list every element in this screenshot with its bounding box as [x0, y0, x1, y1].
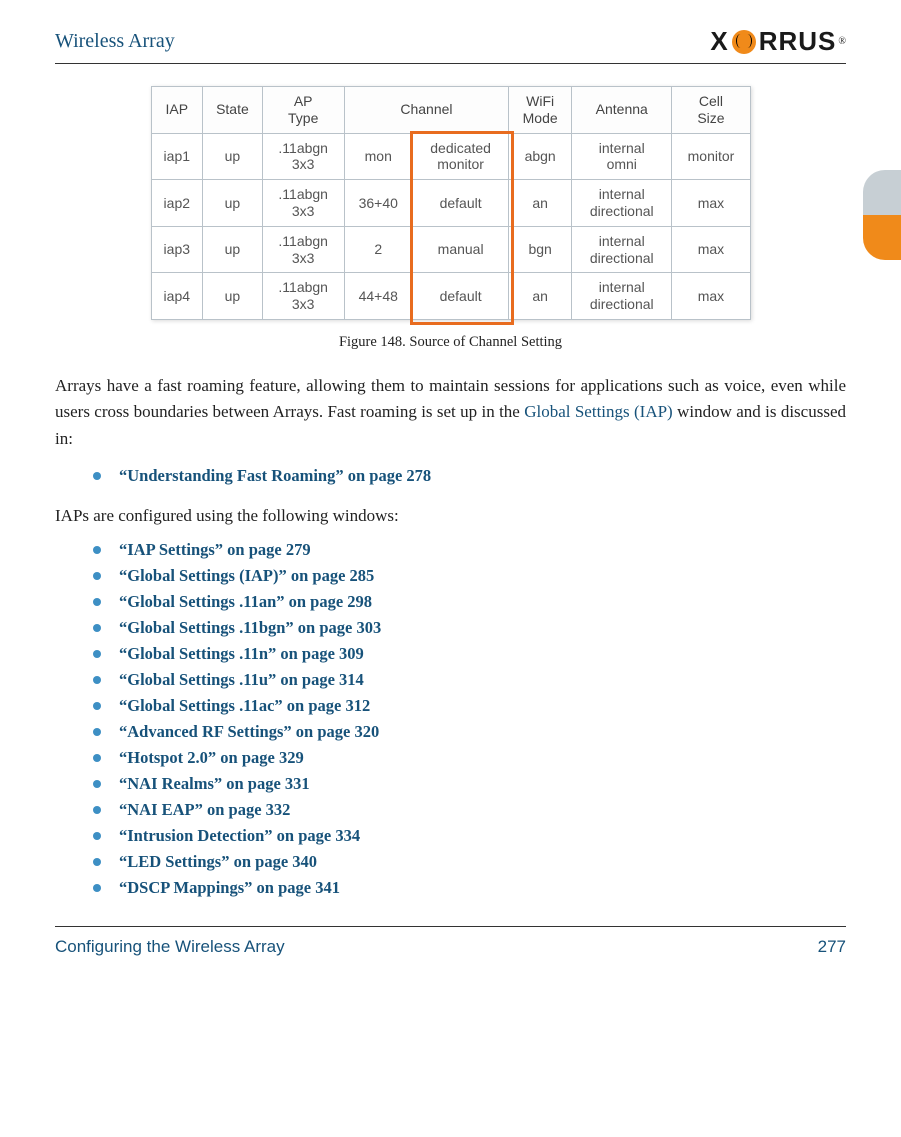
table-cell: iap2	[151, 180, 203, 227]
table-row: iap4up.11abgn3x344+48defaultaninternaldi…	[151, 273, 750, 320]
table-row: iap1up.11abgn3x3mondedicatedmonitorabgni…	[151, 133, 750, 180]
table-cell: up	[203, 133, 263, 180]
table-cell: .11abgn3x3	[262, 273, 344, 320]
table-cell: up	[203, 226, 263, 273]
link-item[interactable]: “Hotspot 2.0” on page 329	[93, 748, 846, 768]
table-row: iap2up.11abgn3x336+40defaultaninternaldi…	[151, 180, 750, 227]
link-item[interactable]: “Advanced RF Settings” on page 320	[93, 722, 846, 742]
table-cell: default	[412, 273, 508, 320]
table-cell: iap1	[151, 133, 203, 180]
th-antenna: Antenna	[572, 87, 672, 134]
table-cell: up	[203, 273, 263, 320]
link-item[interactable]: “DSCP Mappings” on page 341	[93, 878, 846, 898]
table-cell: abgn	[509, 133, 572, 180]
link-item[interactable]: “LED Settings” on page 340	[93, 852, 846, 872]
table-cell: dedicatedmonitor	[412, 133, 508, 180]
iap-table-wrapper: IAP State APType Channel WiFiMode Antenn…	[151, 86, 751, 320]
table-cell: monitor	[672, 133, 750, 180]
intro-paragraph: Arrays have a fast roaming feature, allo…	[55, 373, 846, 452]
link-item[interactable]: “Global Settings .11u” on page 314	[93, 670, 846, 690]
page-header: Wireless Array X RRUS ®	[55, 26, 846, 64]
table-cell: up	[203, 180, 263, 227]
table-cell: .11abgn3x3	[262, 226, 344, 273]
table-cell: 36+40	[344, 180, 412, 227]
table-cell: max	[672, 180, 750, 227]
config-intro: IAPs are configured using the following …	[55, 506, 846, 526]
link-item[interactable]: “Global Settings (IAP)” on page 285	[93, 566, 846, 586]
link-item[interactable]: “NAI Realms” on page 331	[93, 774, 846, 794]
table-cell: internaldirectional	[572, 180, 672, 227]
table-cell: an	[509, 180, 572, 227]
table-cell: max	[672, 226, 750, 273]
table-cell: bgn	[509, 226, 572, 273]
table-cell: iap3	[151, 226, 203, 273]
link-item[interactable]: “Global Settings .11an” on page 298	[93, 592, 846, 612]
link-item[interactable]: “NAI EAP” on page 332	[93, 800, 846, 820]
registered-mark: ®	[838, 36, 846, 47]
link-fast-roaming[interactable]: “Understanding Fast Roaming” on page 278	[93, 466, 846, 486]
table-cell: .11abgn3x3	[262, 180, 344, 227]
table-cell: mon	[344, 133, 412, 180]
table-row: iap3up.11abgn3x32manualbgninternaldirect…	[151, 226, 750, 273]
brand-logo: X RRUS ®	[710, 26, 846, 57]
logo-orb-icon	[732, 30, 756, 54]
table-cell: max	[672, 273, 750, 320]
link-item[interactable]: “Global Settings .11bgn” on page 303	[93, 618, 846, 638]
table-cell: iap4	[151, 273, 203, 320]
header-title: Wireless Array	[55, 30, 175, 53]
th-aptype: APType	[262, 87, 344, 134]
table-cell: .11abgn3x3	[262, 133, 344, 180]
table-cell: 2	[344, 226, 412, 273]
th-wifi: WiFiMode	[509, 87, 572, 134]
table-cell: manual	[412, 226, 508, 273]
link-item[interactable]: “Global Settings .11n” on page 309	[93, 644, 846, 664]
page-footer: Configuring the Wireless Array 277	[55, 926, 846, 957]
logo-text-right: RRUS	[759, 26, 837, 57]
th-state: State	[203, 87, 263, 134]
footer-page-number: 277	[818, 937, 846, 957]
figure-caption: Figure 148. Source of Channel Setting	[151, 334, 751, 351]
logo-text-left: X	[710, 26, 728, 57]
iap-table: IAP State APType Channel WiFiMode Antenn…	[151, 86, 751, 320]
th-iap: IAP	[151, 87, 203, 134]
table-cell: default	[412, 180, 508, 227]
th-channel: Channel	[344, 87, 509, 134]
table-cell: an	[509, 273, 572, 320]
table-cell: internaldirectional	[572, 273, 672, 320]
footer-section: Configuring the Wireless Array	[55, 937, 285, 957]
inline-link-global-settings[interactable]: Global Settings (IAP)	[524, 402, 673, 421]
link-item[interactable]: “Intrusion Detection” on page 334	[93, 826, 846, 846]
link-item[interactable]: “IAP Settings” on page 279	[93, 540, 846, 560]
table-cell: internalomni	[572, 133, 672, 180]
th-cell: CellSize	[672, 87, 750, 134]
table-cell: 44+48	[344, 273, 412, 320]
table-cell: internaldirectional	[572, 226, 672, 273]
link-item[interactable]: “Global Settings .11ac” on page 312	[93, 696, 846, 716]
